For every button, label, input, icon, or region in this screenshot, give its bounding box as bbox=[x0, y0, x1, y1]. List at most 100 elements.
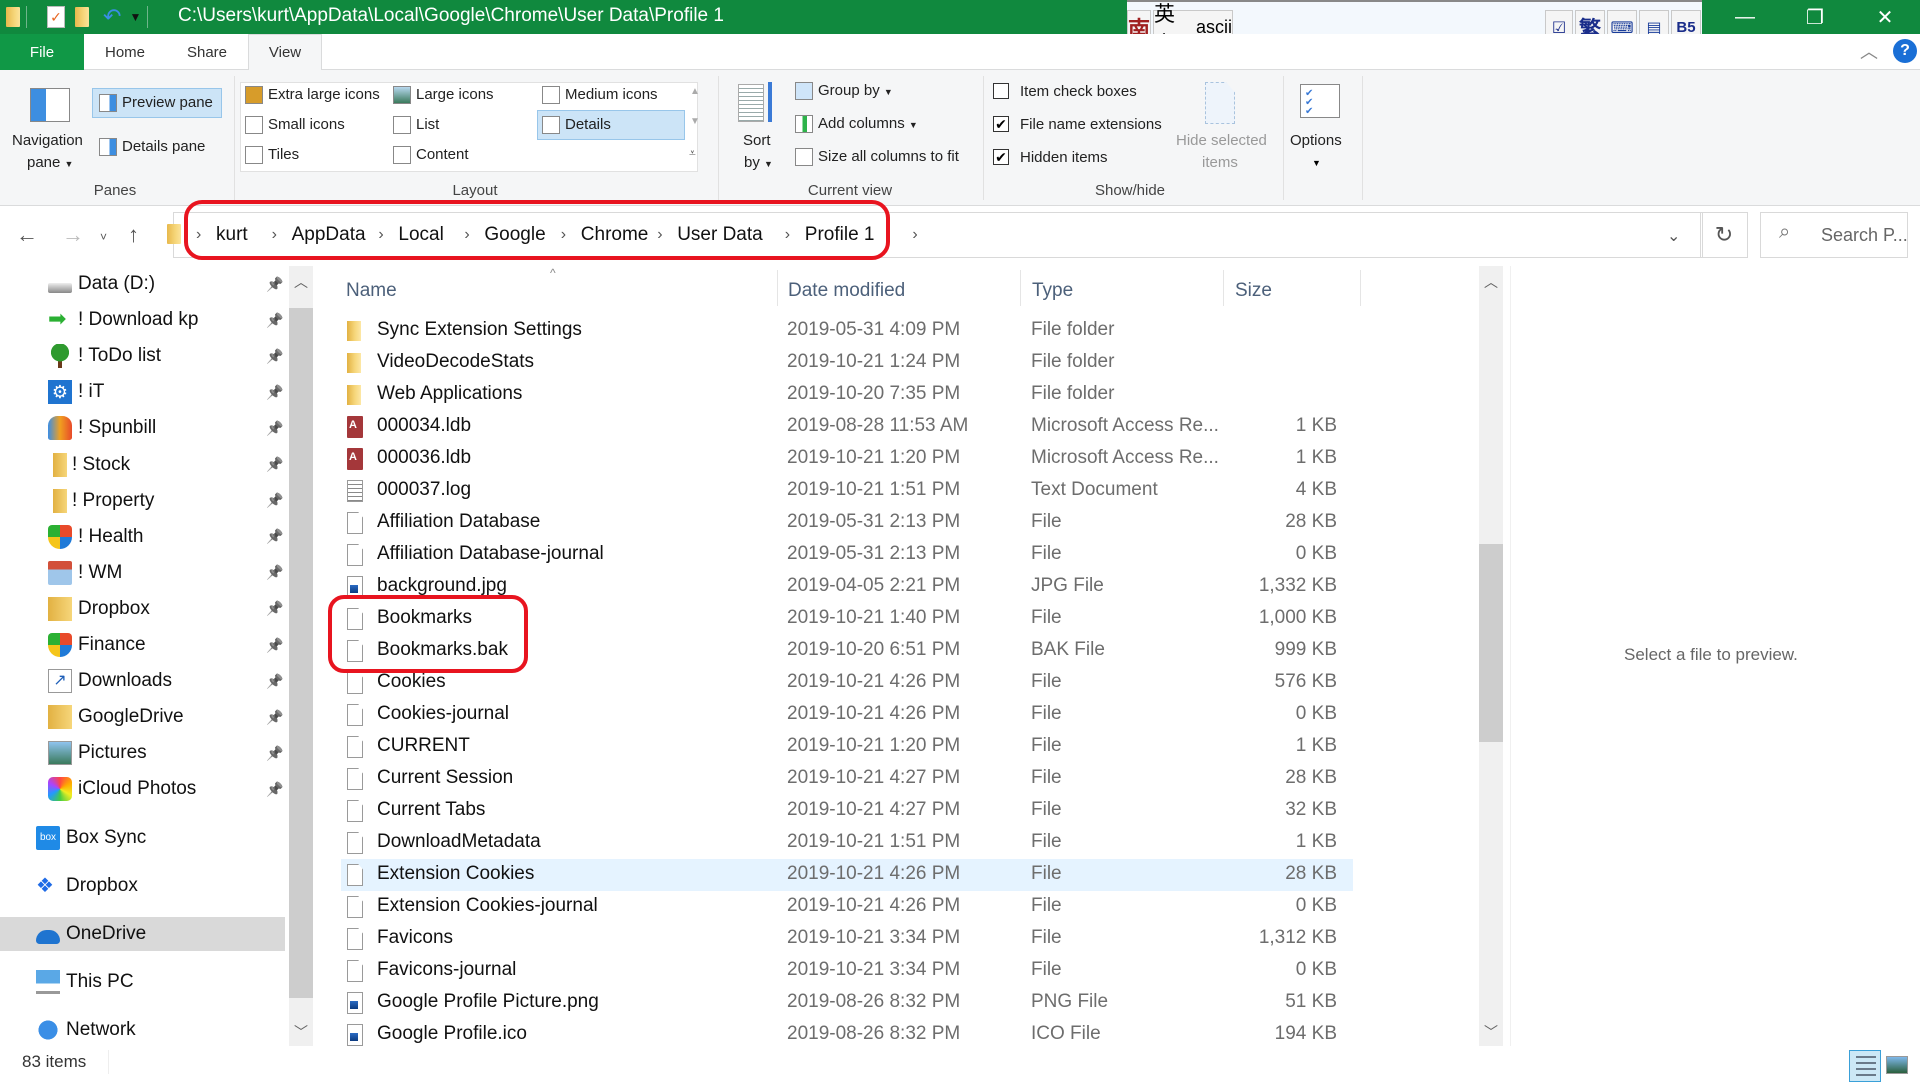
column-header-name[interactable]: Name bbox=[346, 280, 397, 302]
file-row[interactable]: Favicons-journal 2019-10-21 3:34 PM File 0 … bbox=[341, 955, 1353, 987]
sidebar-item[interactable]: ! Property 📌 bbox=[0, 484, 285, 518]
layout-extra-large-icons[interactable]: Extra large icons bbox=[245, 86, 380, 105]
sidebar-item[interactable]: ! WM 📌 bbox=[0, 556, 285, 590]
group-by-button[interactable]: Group by ▼ bbox=[795, 82, 893, 101]
file-name-extensions-checkbox[interactable]: ✔ bbox=[993, 116, 1009, 132]
layout-details[interactable]: Details bbox=[542, 116, 611, 135]
breadcrumb-item[interactable]: Google bbox=[484, 224, 545, 246]
sort-by-button[interactable]: Sort bbox=[743, 132, 771, 149]
file-row[interactable]: DownloadMetadata 2019-10-21 1:51 PM File 1 … bbox=[341, 827, 1353, 859]
maximize-button[interactable]: ❐ bbox=[1780, 0, 1850, 34]
undo-icon[interactable]: ↶ bbox=[103, 4, 121, 30]
pin-icon[interactable]: 📌 bbox=[266, 564, 283, 581]
large-icons-view-button[interactable] bbox=[1886, 1056, 1908, 1074]
breadcrumb-item[interactable]: AppData bbox=[292, 224, 366, 246]
minimize-button[interactable]: — bbox=[1710, 0, 1780, 34]
file-row[interactable]: Affiliation Database 2019-05-31 2:13 PM Fi… bbox=[341, 507, 1353, 539]
pin-icon[interactable]: 📌 bbox=[266, 673, 283, 690]
file-row[interactable]: CURRENT 2019-10-21 1:20 PM File 1 KB bbox=[341, 731, 1353, 763]
file-row[interactable]: Extension Cookies-journal 2019-10-21 4:26… bbox=[341, 891, 1353, 923]
file-row[interactable]: Current Session 2019-10-21 4:27 PM File 28 … bbox=[341, 763, 1353, 795]
sidebar-item[interactable]: Dropbox 📌 bbox=[0, 592, 285, 626]
breadcrumb-item[interactable]: Profile 1 bbox=[805, 224, 875, 246]
sidebar-item[interactable]: iCloud Photos 📌 bbox=[0, 772, 285, 806]
recent-locations-icon[interactable]: ˅ bbox=[100, 230, 107, 244]
hide-selected-items-button[interactable]: Hide selected bbox=[1176, 132, 1267, 149]
search-box[interactable]: ⌕ Search P... bbox=[1760, 212, 1908, 258]
layout-medium-icons[interactable]: Medium icons bbox=[542, 86, 658, 105]
breadcrumb-separator-icon[interactable]: › bbox=[785, 226, 790, 244]
file-row[interactable]: background.jpg 2019-04-05 2:21 PM JPG File… bbox=[341, 571, 1353, 603]
up-button[interactable]: ↑ bbox=[128, 222, 139, 248]
item-check-boxes-checkbox[interactable] bbox=[993, 83, 1009, 99]
pin-icon[interactable]: 📌 bbox=[266, 456, 283, 473]
help-icon[interactable]: ? bbox=[1893, 39, 1917, 63]
breadcrumb-separator-icon[interactable]: › bbox=[561, 226, 566, 244]
sidebar-scroll-up-icon[interactable]: ︿ bbox=[289, 272, 313, 292]
breadcrumb-item[interactable]: kurt bbox=[216, 224, 248, 246]
sidebar-item[interactable]: GoogleDrive 📌 bbox=[0, 700, 285, 734]
pin-icon[interactable]: 📌 bbox=[266, 781, 283, 798]
gallery-scroll-up-icon[interactable]: ▲ bbox=[690, 86, 700, 97]
sidebar-item-onedrive[interactable]: OneDrive bbox=[0, 916, 285, 951]
breadcrumb-separator-icon[interactable]: › bbox=[378, 226, 383, 244]
breadcrumb-item[interactable]: User Data bbox=[677, 224, 763, 246]
tab-share[interactable]: Share bbox=[166, 34, 248, 70]
sidebar-item[interactable]: ! Health 📌 bbox=[0, 520, 285, 554]
details-view-button[interactable] bbox=[1849, 1050, 1881, 1082]
pin-icon[interactable]: 📌 bbox=[266, 600, 283, 617]
pin-icon[interactable]: 📌 bbox=[266, 745, 283, 762]
file-row[interactable]: Favicons 2019-10-21 3:34 PM File 1,312 KB bbox=[341, 923, 1353, 955]
file-row[interactable]: 000034.ldb 2019-08-28 11:53 AM Microsoft A… bbox=[341, 411, 1353, 443]
sidebar-item[interactable]: ! ToDo list 📌 bbox=[0, 339, 285, 373]
sidebar-scrollbar-thumb[interactable] bbox=[289, 308, 313, 998]
breadcrumb-separator-icon[interactable]: › bbox=[272, 226, 277, 244]
file-row[interactable]: Bookmarks.bak 2019-10-20 6:51 PM BAK File 9… bbox=[341, 635, 1353, 667]
layout-content[interactable]: Content bbox=[393, 146, 469, 165]
properties-icon[interactable]: ✓ bbox=[47, 6, 65, 28]
file-row[interactable]: Web Applications 2019-10-20 7:35 PM File f… bbox=[341, 379, 1353, 411]
back-button[interactable]: ← bbox=[16, 222, 38, 248]
file-list-scroll-down-icon[interactable]: ﹀ bbox=[1479, 1022, 1503, 1042]
layout-large-icons[interactable]: Large icons bbox=[393, 86, 494, 105]
breadcrumb-separator-icon[interactable]: › bbox=[657, 226, 662, 244]
pin-icon[interactable]: 📌 bbox=[266, 348, 283, 365]
file-row[interactable]: 000036.ldb 2019-10-21 1:20 PM Microsoft Ac… bbox=[341, 443, 1353, 475]
pin-icon[interactable]: 📌 bbox=[266, 709, 283, 726]
tab-view[interactable]: View bbox=[248, 34, 322, 70]
file-row[interactable]: Affiliation Database-journal 2019-05-31 2… bbox=[341, 539, 1353, 571]
breadcrumb-separator-icon[interactable]: › bbox=[912, 226, 917, 244]
size-all-columns-button[interactable]: Size all columns to fit bbox=[795, 148, 959, 167]
pin-icon[interactable]: 📌 bbox=[266, 420, 283, 437]
navigation-pane-button[interactable]: Navigation bbox=[12, 132, 83, 149]
sidebar-item[interactable]: Pictures 📌 bbox=[0, 736, 285, 770]
pin-icon[interactable]: 📌 bbox=[266, 276, 283, 293]
file-row[interactable]: Cookies 2019-10-21 4:26 PM File 576 KB bbox=[341, 667, 1353, 699]
new-folder-icon[interactable] bbox=[75, 7, 89, 27]
pin-icon[interactable]: 📌 bbox=[266, 312, 283, 329]
column-header-type[interactable]: Type bbox=[1032, 280, 1073, 302]
sidebar-item[interactable]: Data (D:) 📌 bbox=[0, 267, 285, 301]
layout-small-icons[interactable]: Small icons bbox=[245, 116, 345, 135]
file-row[interactable]: Bookmarks 2019-10-21 1:40 PM File 1,000 KB bbox=[341, 603, 1353, 635]
close-button[interactable]: ✕ bbox=[1850, 0, 1920, 34]
tab-file[interactable]: File bbox=[0, 34, 84, 70]
gallery-scroll-down-icon[interactable]: ▼ bbox=[690, 116, 700, 127]
sidebar-item-dropbox[interactable]: ❖ Dropbox bbox=[0, 869, 285, 903]
file-row[interactable]: Sync Extension Settings 2019-05-31 4:09 P… bbox=[341, 315, 1353, 347]
sidebar-item-box-sync[interactable]: box Box Sync bbox=[0, 821, 285, 855]
sidebar-item[interactable]: ! Spunbill 📌 bbox=[0, 411, 285, 445]
pin-icon[interactable]: 📌 bbox=[266, 492, 283, 509]
layout-list[interactable]: List bbox=[393, 116, 439, 135]
breadcrumb-item[interactable]: Local bbox=[398, 224, 443, 246]
column-header-date-modified[interactable]: Date modified bbox=[788, 280, 905, 302]
column-header-size[interactable]: Size bbox=[1235, 280, 1272, 302]
hidden-items-checkbox[interactable]: ✔ bbox=[993, 149, 1009, 165]
file-row[interactable]: 000037.log 2019-10-21 1:51 PM Text Documen… bbox=[341, 475, 1353, 507]
sidebar-scroll-down-icon[interactable]: ﹀ bbox=[289, 1022, 313, 1042]
file-row[interactable]: Cookies-journal 2019-10-21 4:26 PM File 0 K… bbox=[341, 699, 1353, 731]
sidebar-item[interactable]: Finance 📌 bbox=[0, 628, 285, 662]
tab-home[interactable]: Home bbox=[84, 34, 166, 70]
address-history-chevron-icon[interactable]: ⌄ bbox=[1667, 226, 1680, 246]
breadcrumb-separator-icon[interactable]: › bbox=[464, 226, 469, 244]
